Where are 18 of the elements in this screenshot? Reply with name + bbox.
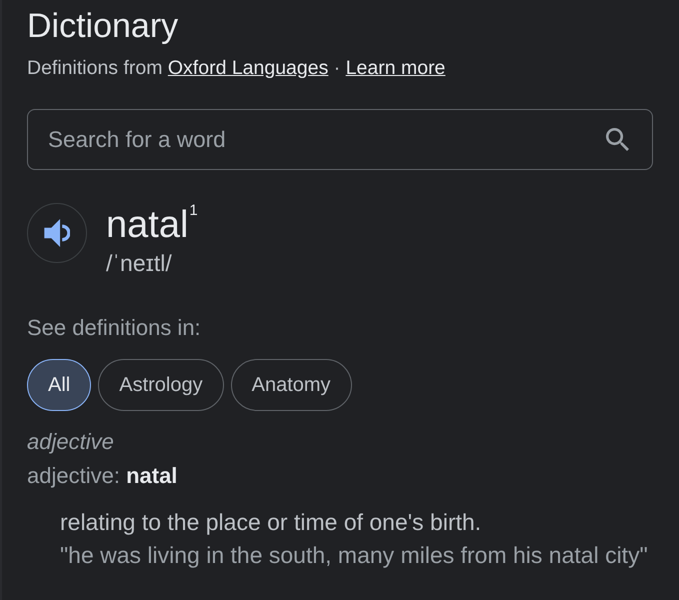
source-link[interactable]: Oxford Languages <box>168 57 328 79</box>
search-field[interactable]: Search for a word <box>27 109 653 170</box>
filter-chip[interactable]: Astrology <box>98 359 224 411</box>
pronunciation-text: /ˈneɪtl/ <box>106 250 172 276</box>
search-icon[interactable] <box>606 128 629 151</box>
learn-more-link[interactable]: Learn more <box>346 57 446 79</box>
speaker-icon <box>44 219 70 247</box>
word-forms: adjective: natal <box>27 463 178 489</box>
attribution-text: Definitions from Oxford Languages · Learn more <box>27 56 446 80</box>
example-text: "he was living in the south, many miles from his natal city" <box>60 542 648 568</box>
part-of-speech: adjective <box>27 429 114 455</box>
page-title: Dictionary <box>27 6 178 46</box>
filter-label: See definitions in: <box>27 315 201 341</box>
headword: natal$^{1}$ <box>106 203 198 247</box>
filter-chip[interactable]: Anatomy <box>230 359 352 411</box>
filter-chip[interactable]: All <box>27 359 92 411</box>
definition-text: relating to the place or time of one's birth. <box>60 509 482 535</box>
pronunciation-button[interactable] <box>27 203 87 263</box>
